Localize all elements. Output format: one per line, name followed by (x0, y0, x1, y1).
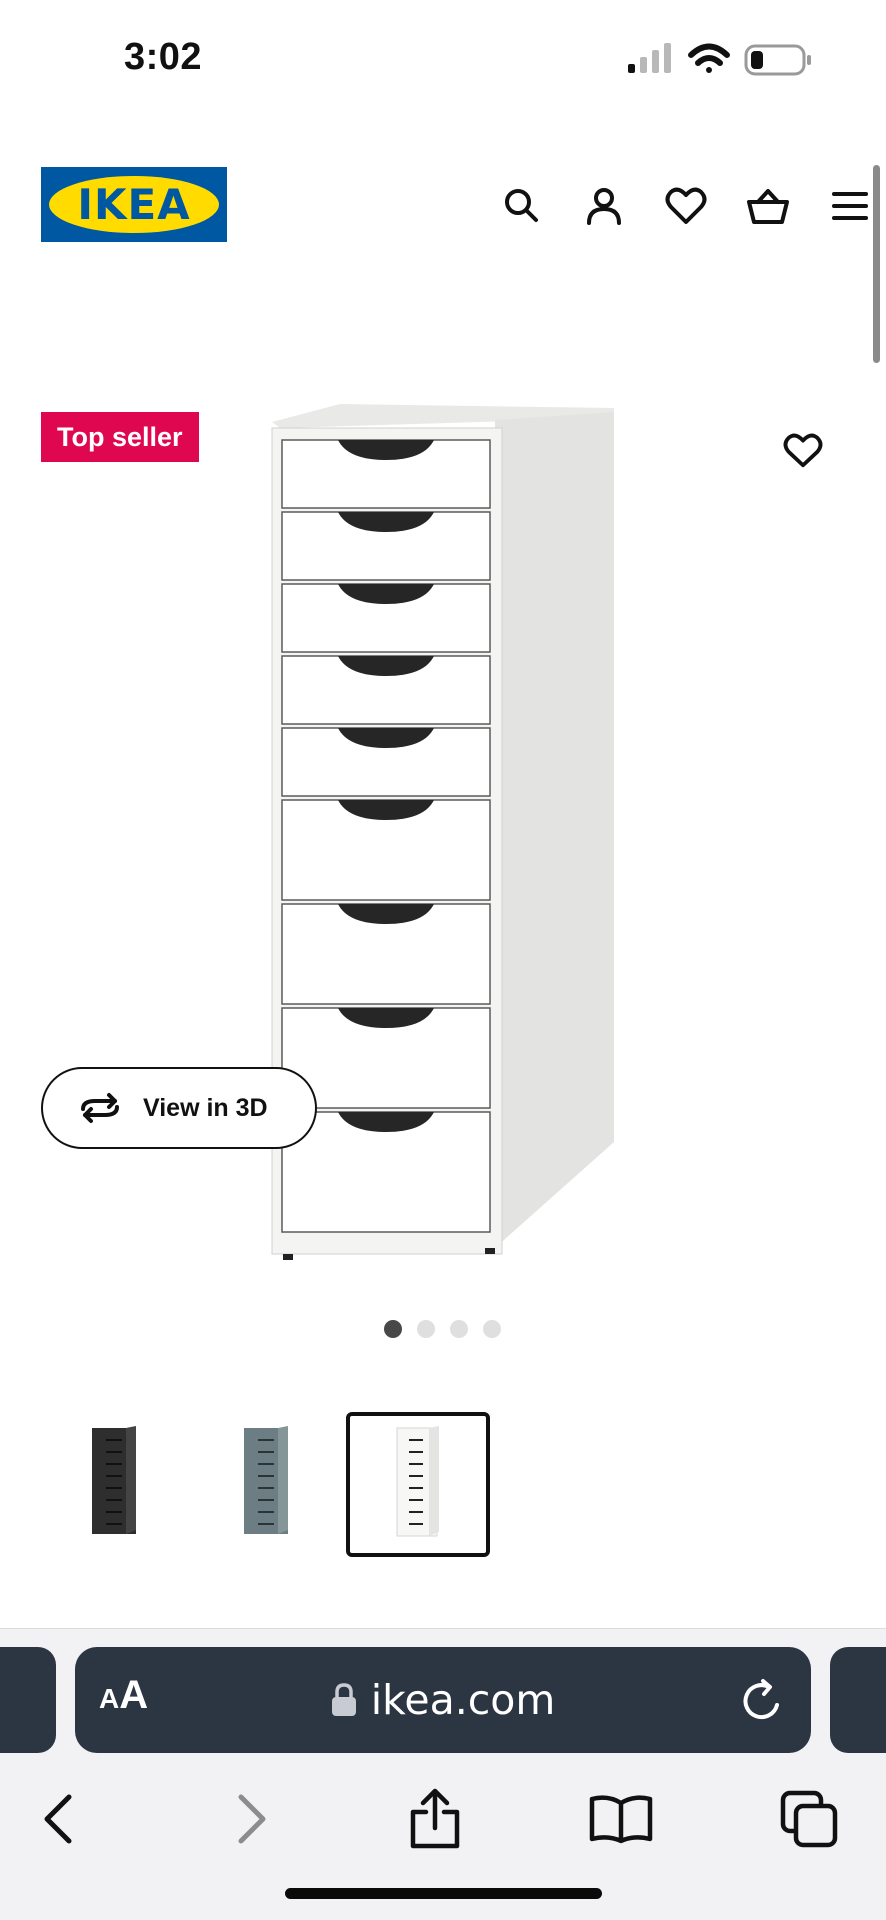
top-seller-badge: Top seller (41, 412, 199, 462)
lock-icon (331, 1683, 356, 1716)
page-scrollbar[interactable] (873, 165, 880, 363)
share-icon (410, 1788, 460, 1849)
variant-thumbnail (396, 1426, 439, 1537)
variant-grey-turquoise[interactable] (202, 1412, 346, 1557)
book-icon (589, 1795, 653, 1844)
search-icon[interactable] (494, 178, 550, 234)
variant-thumbnail (244, 1426, 288, 1534)
add-to-favourites-button[interactable] (776, 424, 830, 478)
variant-thumbnail (92, 1426, 136, 1534)
view-in-3d-button[interactable]: View in 3D (41, 1067, 317, 1149)
carousel-dot[interactable] (450, 1320, 468, 1338)
status-bar: 3:02 (0, 0, 886, 120)
wifi-icon (688, 43, 730, 73)
reload-icon[interactable] (737, 1675, 789, 1727)
url-display[interactable]: ikea.com (75, 1647, 811, 1753)
cellular-signal-icon (628, 43, 671, 73)
safari-toolbar: A A ikea.com (0, 1628, 886, 1920)
wishlist-heart-icon[interactable] (658, 178, 714, 234)
bookmarks-button[interactable] (576, 1769, 666, 1869)
carousel-dot[interactable] (384, 1320, 402, 1338)
back-button[interactable] (14, 1769, 104, 1869)
chevron-right-icon (238, 1794, 266, 1844)
status-icons (628, 43, 811, 76)
shopping-basket-icon[interactable] (740, 178, 796, 234)
ikea-logo[interactable]: IKEA (41, 167, 227, 242)
forward-button[interactable] (206, 1769, 296, 1869)
view-in-3d-label: View in 3D (143, 1093, 268, 1122)
safari-nav-row (0, 1769, 886, 1869)
menu-icon[interactable] (822, 178, 878, 234)
carousel-dot[interactable] (483, 1320, 501, 1338)
tabs-button[interactable] (764, 1769, 854, 1869)
site-header: IKEA (0, 160, 886, 250)
home-indicator (285, 1888, 602, 1899)
address-bar[interactable]: A A ikea.com (75, 1647, 811, 1753)
rotate-3d-icon (81, 1093, 119, 1123)
colour-variants (50, 1412, 550, 1557)
tabs-icon (780, 1790, 838, 1848)
battery-icon (744, 44, 811, 76)
url-text: ikea.com (370, 1676, 556, 1724)
variant-black-brown[interactable] (50, 1412, 194, 1557)
share-button[interactable] (390, 1769, 480, 1869)
chevron-left-icon (44, 1794, 72, 1844)
account-icon[interactable] (576, 178, 632, 234)
header-icons (466, 160, 886, 250)
variant-white[interactable] (346, 1412, 490, 1557)
carousel-dot[interactable] (417, 1320, 435, 1338)
next-tab-preview[interactable] (830, 1647, 886, 1753)
previous-tab-preview[interactable] (0, 1647, 56, 1753)
image-carousel-dots (384, 1320, 501, 1340)
logo-text: IKEA (77, 180, 191, 229)
